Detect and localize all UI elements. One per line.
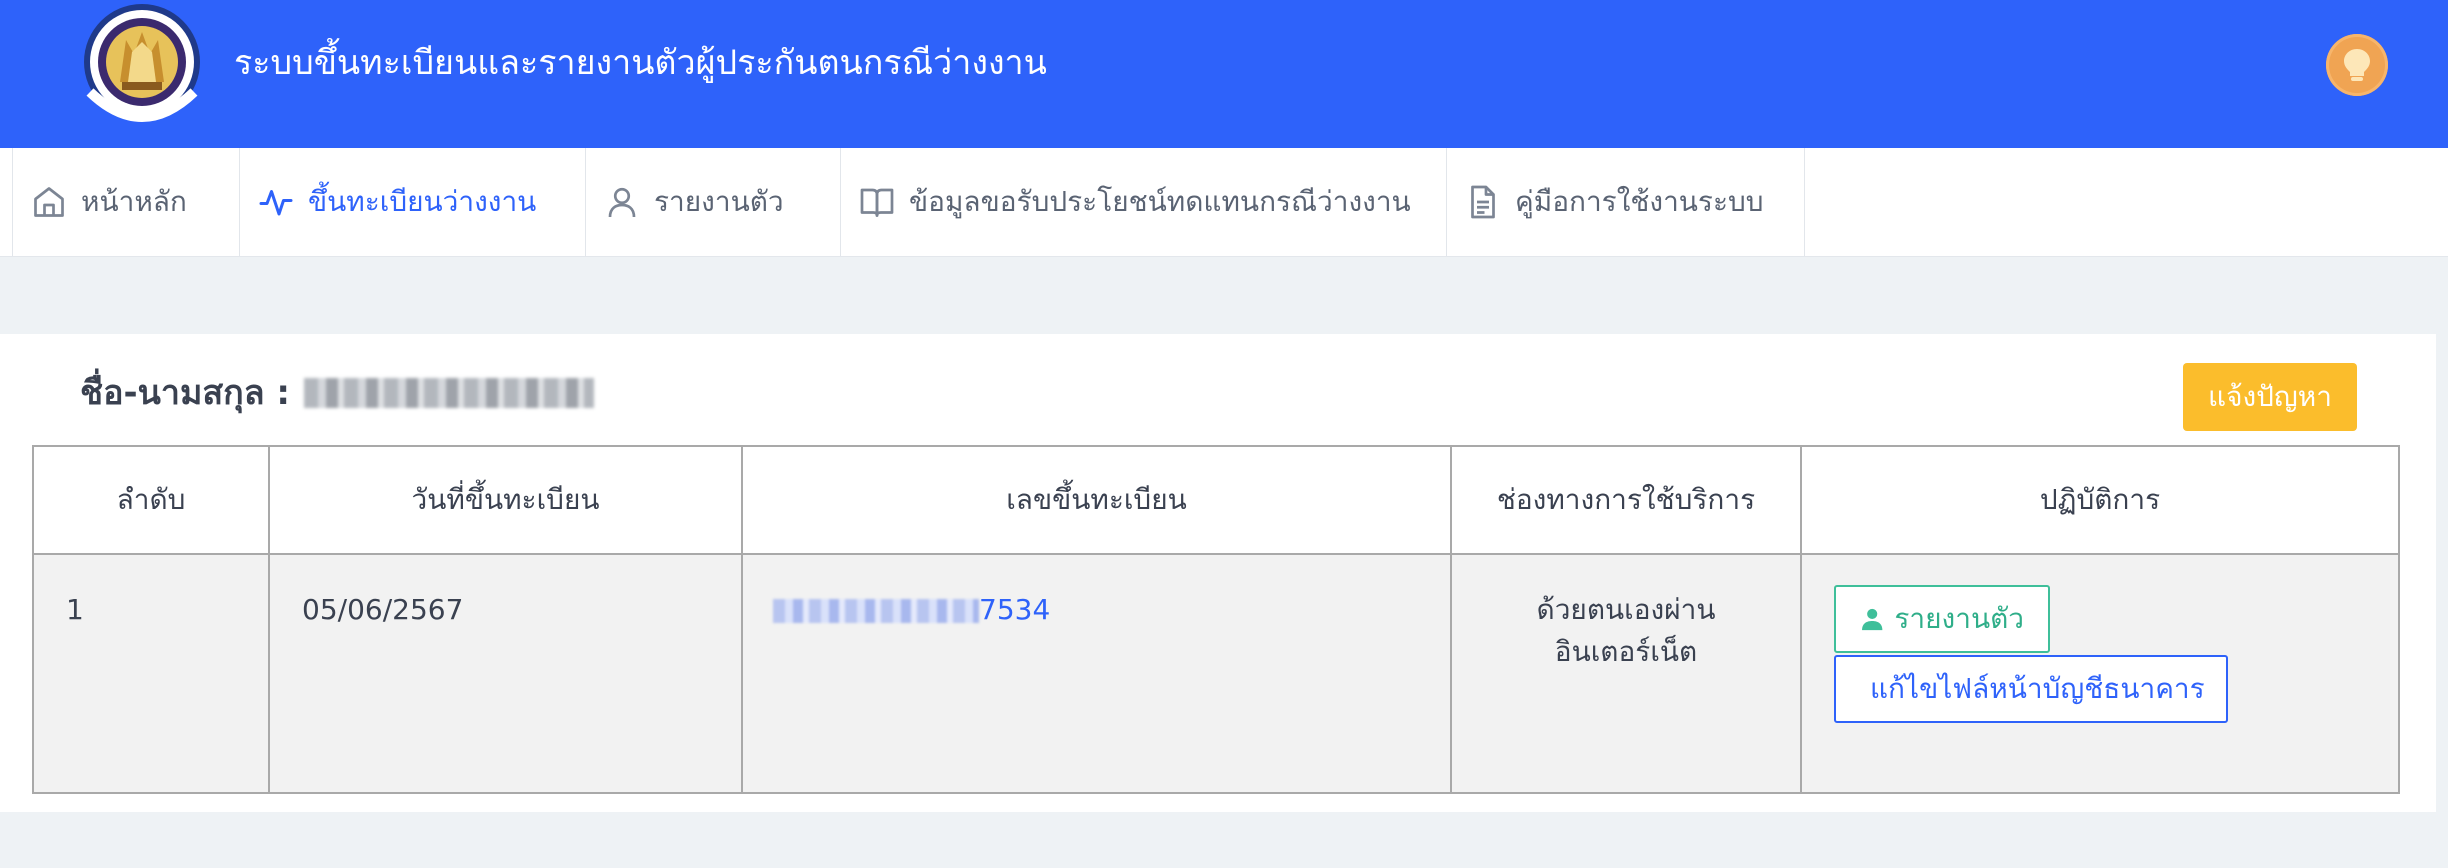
nav-item-benefit-info[interactable]: ข้อมูลขอรับประโยชน์ทดแทนกรณีว่างงาน xyxy=(841,148,1447,256)
col-header-number: ลำดับ xyxy=(32,445,270,555)
nav-item-manual[interactable]: คู่มือการใช้งานระบบ xyxy=(1447,148,1805,256)
cell-date: 05/06/2567 xyxy=(268,553,743,794)
nav-item-report[interactable]: รายงานตัว xyxy=(586,148,841,256)
table-header-row: ลำดับ วันที่ขึ้นทะเบียน เลขขึ้นทะเบียน ช… xyxy=(32,445,2400,555)
report-button[interactable]: รายงานตัว xyxy=(1834,585,2050,653)
registration-number-link[interactable]: 7534 xyxy=(773,593,1050,626)
registration-table: ลำดับ วันที่ขึ้นทะเบียน เลขขึ้นทะเบียน ช… xyxy=(32,445,2400,794)
registration-number-suffix: 7534 xyxy=(979,593,1051,626)
channel-line-1: ด้วยตนเองผ่าน xyxy=(1536,593,1716,626)
app-title: ระบบขึ้นทะเบียนและรายงานตัวผู้ประกันตนกร… xyxy=(234,43,1047,83)
user-icon xyxy=(608,187,636,218)
activity-icon xyxy=(259,190,293,216)
table-row: 1 05/06/2567 7534 ด้วยตนเองผ่าน อินเตอร์… xyxy=(32,553,2400,794)
nav-item-home[interactable]: หน้าหลัก xyxy=(12,148,240,256)
department-logo xyxy=(84,4,200,122)
user-avatar[interactable] xyxy=(2326,34,2388,96)
bulb-icon xyxy=(2344,49,2370,81)
cell-number: 1 xyxy=(32,553,270,794)
report-button-label: รายงานตัว xyxy=(1894,602,2024,635)
col-header-channel: ช่องทางการใช้บริการ xyxy=(1450,445,1802,555)
redacted-name xyxy=(303,378,594,408)
nav-item-label: คู่มือการใช้งานระบบ xyxy=(1515,185,1764,218)
person-name: ชื่อ-นามสกุล : xyxy=(80,370,594,416)
top-header: ระบบขึ้นทะเบียนและรายงานตัวผู้ประกันตนกร… xyxy=(0,0,2448,148)
book-open-icon xyxy=(860,188,894,217)
cell-actions: รายงานตัว แก้ไขไฟล์หน้าบัญชีธนาคาร xyxy=(1800,553,2400,794)
edit-bank-file-label: แก้ไขไฟล์หน้าบัญชีธนาคาร xyxy=(1870,672,2205,705)
name-label: ชื่อ-นามสกุล : xyxy=(80,373,290,413)
nav-item-register-unemployment[interactable]: ขึ้นทะเบียนว่างงาน xyxy=(240,148,586,256)
main-nav: หน้าหลัก ขึ้นทะเบียนว่างงาน รายงานตัว ข้… xyxy=(0,148,2448,257)
col-header-registration-number: เลขขึ้นทะเบียน xyxy=(741,445,1452,555)
col-header-actions: ปฏิบัติการ xyxy=(1800,445,2400,555)
user-solid-icon xyxy=(1862,608,1883,631)
report-problem-button[interactable]: แจ้งปัญหา xyxy=(2183,363,2357,431)
edit-bank-file-button[interactable]: แก้ไขไฟล์หน้าบัญชีธนาคาร xyxy=(1834,655,2228,723)
home-icon xyxy=(34,187,64,217)
channel-line-2: อินเตอร์เน็ต xyxy=(1554,635,1698,668)
document-icon xyxy=(1471,185,1495,219)
nav-item-label: รายงานตัว xyxy=(654,185,784,218)
cell-registration-number: 7534 xyxy=(741,553,1452,794)
cell-channel: ด้วยตนเองผ่าน อินเตอร์เน็ต xyxy=(1450,553,1802,794)
nav-item-label: ขึ้นทะเบียนว่างงาน xyxy=(308,185,537,218)
col-header-date: วันที่ขึ้นทะเบียน xyxy=(268,445,743,555)
redacted-registration-prefix xyxy=(773,599,979,623)
nav-item-label: หน้าหลัก xyxy=(81,185,187,218)
nav-item-label: ข้อมูลขอรับประโยชน์ทดแทนกรณีว่างงาน xyxy=(909,185,1411,218)
